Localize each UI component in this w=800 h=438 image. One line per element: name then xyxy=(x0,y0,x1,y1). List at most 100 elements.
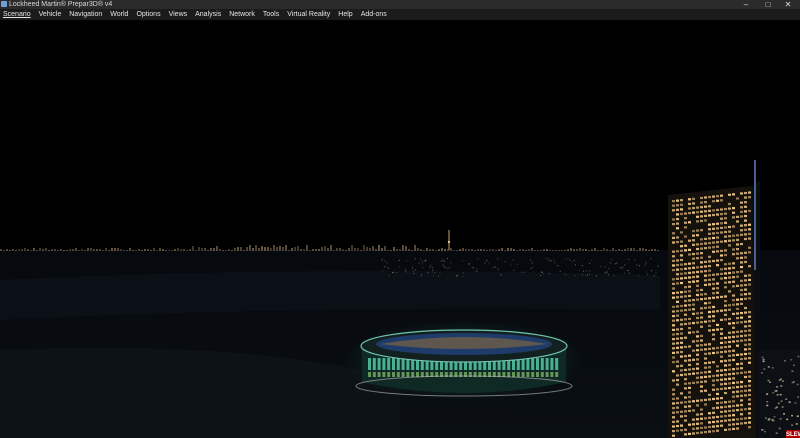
tower-window xyxy=(720,337,723,340)
shore-light xyxy=(636,264,638,266)
horizon-light xyxy=(348,248,350,251)
building-light xyxy=(774,407,777,409)
tower-window xyxy=(740,302,743,305)
menu-network[interactable]: Network xyxy=(229,9,255,20)
shore-light xyxy=(646,271,648,273)
building-light xyxy=(766,393,769,395)
tower-window xyxy=(692,432,695,435)
shore-light xyxy=(583,270,585,272)
tower-window xyxy=(740,293,743,296)
tower-window xyxy=(712,384,715,387)
building-light xyxy=(771,367,774,369)
tower-window xyxy=(716,415,719,419)
tower-window xyxy=(692,321,695,325)
tower-window xyxy=(712,425,715,428)
tower-window xyxy=(684,368,687,372)
shore-light xyxy=(650,270,652,272)
menu-analysis[interactable]: Analysis xyxy=(195,9,221,20)
tower-window xyxy=(676,291,679,294)
tower-window xyxy=(744,394,747,397)
stadium-window xyxy=(406,372,410,377)
menu-tools[interactable]: Tools xyxy=(263,9,279,20)
tower-window xyxy=(728,322,731,325)
minimize-button[interactable]: – xyxy=(736,0,756,9)
horizon-light xyxy=(438,249,440,251)
tower-window xyxy=(740,215,743,218)
tower-window xyxy=(740,385,743,388)
horizon-light xyxy=(417,248,419,251)
tower-window xyxy=(676,305,679,308)
stadium-window xyxy=(401,372,405,377)
tower-window xyxy=(712,241,715,244)
tower-window xyxy=(740,224,743,227)
horizon-light xyxy=(471,249,473,251)
tower-window xyxy=(672,342,675,345)
tower-window xyxy=(712,236,715,240)
tower-window xyxy=(732,276,735,279)
tower-window xyxy=(724,368,727,372)
tower-window xyxy=(712,296,715,299)
menu-virtual-reality[interactable]: Virtual Reality xyxy=(287,9,330,20)
tower-window xyxy=(676,319,679,322)
shore-light xyxy=(624,264,626,266)
tower-window xyxy=(672,292,675,295)
tower-window xyxy=(696,229,699,232)
tower-window xyxy=(676,401,679,405)
horizon-light xyxy=(213,248,215,251)
building-light xyxy=(769,381,772,384)
menu-navigation[interactable]: Navigation xyxy=(69,9,102,20)
tower-window xyxy=(736,271,739,274)
tower-window xyxy=(708,260,711,263)
horizon-light xyxy=(522,249,524,251)
tower-window xyxy=(724,253,727,257)
tower-window xyxy=(696,257,699,260)
tower-window xyxy=(732,372,735,375)
tower-window xyxy=(720,387,723,390)
tower-window xyxy=(724,221,727,224)
tower-window xyxy=(708,269,711,272)
tower-window xyxy=(676,365,679,368)
horizon-light xyxy=(153,248,155,251)
simulator-viewport[interactable]: SLEW xyxy=(0,20,800,438)
menu-vehicle[interactable]: Vehicle xyxy=(39,9,62,20)
tower-window xyxy=(736,404,739,407)
tower-window xyxy=(680,346,683,349)
tower-window xyxy=(672,241,675,244)
tower-window xyxy=(672,370,675,373)
building-light xyxy=(761,356,764,359)
tower-window xyxy=(748,278,751,282)
tower-window xyxy=(720,415,723,418)
tower-window xyxy=(688,363,691,366)
tower-window xyxy=(716,328,719,331)
horizon-light xyxy=(270,248,272,251)
tower-window xyxy=(732,395,735,398)
tower-window xyxy=(724,281,727,284)
horizon-light xyxy=(108,250,110,251)
menu-views[interactable]: Views xyxy=(169,9,188,20)
tower-window xyxy=(708,310,711,314)
tower-window xyxy=(688,267,691,270)
menu-help[interactable]: Help xyxy=(338,9,352,20)
close-button[interactable]: ✕ xyxy=(778,0,798,9)
shore-light xyxy=(512,259,514,261)
menu-add-ons[interactable]: Add-ons xyxy=(361,9,387,20)
maximize-button[interactable]: □ xyxy=(758,0,778,9)
horizon-light xyxy=(330,245,332,251)
tower-window xyxy=(740,417,743,420)
tower-window xyxy=(680,263,683,266)
tower-window xyxy=(732,211,735,214)
tower-window xyxy=(732,340,735,343)
menu-options[interactable]: Options xyxy=(136,9,160,20)
tower-window xyxy=(716,208,719,212)
tower-window xyxy=(744,352,747,356)
menu-scenario[interactable]: Scenario xyxy=(3,9,31,20)
tower-window xyxy=(748,421,751,424)
horizon-light xyxy=(639,248,641,251)
horizon-light xyxy=(381,248,383,251)
tower-window xyxy=(724,230,727,234)
menu-world[interactable]: World xyxy=(110,9,128,20)
building-light xyxy=(779,393,782,396)
tower-window xyxy=(732,285,735,288)
building-light xyxy=(786,418,789,421)
tower-window xyxy=(680,199,683,202)
